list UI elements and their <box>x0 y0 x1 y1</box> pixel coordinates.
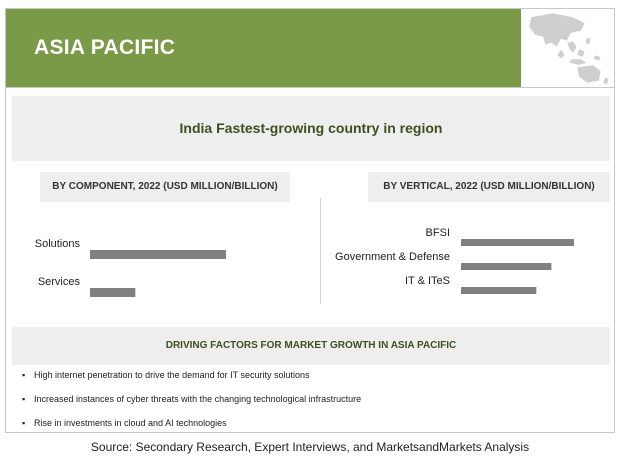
bullet-icon: ▪ <box>22 370 26 380</box>
bar <box>461 239 574 246</box>
category-label: BFSI <box>426 227 450 239</box>
bar <box>90 250 226 259</box>
component-chart-heading: BY COMPONENT, 2022 (USD MILLION/BILLION) <box>40 172 290 202</box>
factor-text: High internet penetration to drive the d… <box>34 370 310 380</box>
header-panel: ASIA PACIFIC <box>5 8 615 88</box>
category-label: Government & Defense <box>335 251 450 263</box>
chart-divider <box>320 198 321 304</box>
category-label: Solutions <box>35 238 81 250</box>
category-label: Services <box>38 276 81 288</box>
list-item: ▪ High internet penetration to drive the … <box>20 368 610 392</box>
map-panel <box>521 9 614 87</box>
factor-text: Rise in investments in cloud and AI tech… <box>34 418 227 428</box>
vertical-bar-chart: BFSI Government & Defense IT & ITeS <box>325 220 615 310</box>
header-band: ASIA PACIFIC <box>6 9 521 87</box>
bullet-icon: ▪ <box>22 394 26 404</box>
source-note: Source: Secondary Research, Expert Inter… <box>90 440 530 454</box>
driving-factors-list: ▪ High internet penetration to drive the … <box>20 368 610 440</box>
category-label: IT & ITeS <box>405 275 450 287</box>
factor-text: Increased instances of cyber threats wit… <box>34 394 362 404</box>
list-item: ▪ Increased instances of cyber threats wi… <box>20 392 610 416</box>
highlight-banner: India Fastest-growing country in region <box>12 96 610 161</box>
component-chart-svg: Solutions Services <box>35 238 226 297</box>
driving-factors-heading: DRIVING FACTORS FOR MARKET GROWTH IN ASI… <box>12 327 610 365</box>
component-bar-chart: Solutions Services <box>20 225 310 310</box>
bar <box>461 287 537 294</box>
bullet-icon: ▪ <box>22 418 26 428</box>
vertical-chart-heading: BY VERTICAL, 2022 (USD MILLION/BILLION) <box>368 172 610 202</box>
page-title: ASIA PACIFIC <box>34 36 176 59</box>
banner-text: India Fastest-growing country in region <box>179 120 443 136</box>
vertical-chart-svg: BFSI Government & Defense IT & ITeS <box>335 227 574 294</box>
asia-pacific-map-icon <box>528 12 610 86</box>
bar <box>461 263 552 270</box>
bar <box>90 288 136 297</box>
list-item: ▪ Rise in investments in cloud and AI tec… <box>20 416 610 440</box>
